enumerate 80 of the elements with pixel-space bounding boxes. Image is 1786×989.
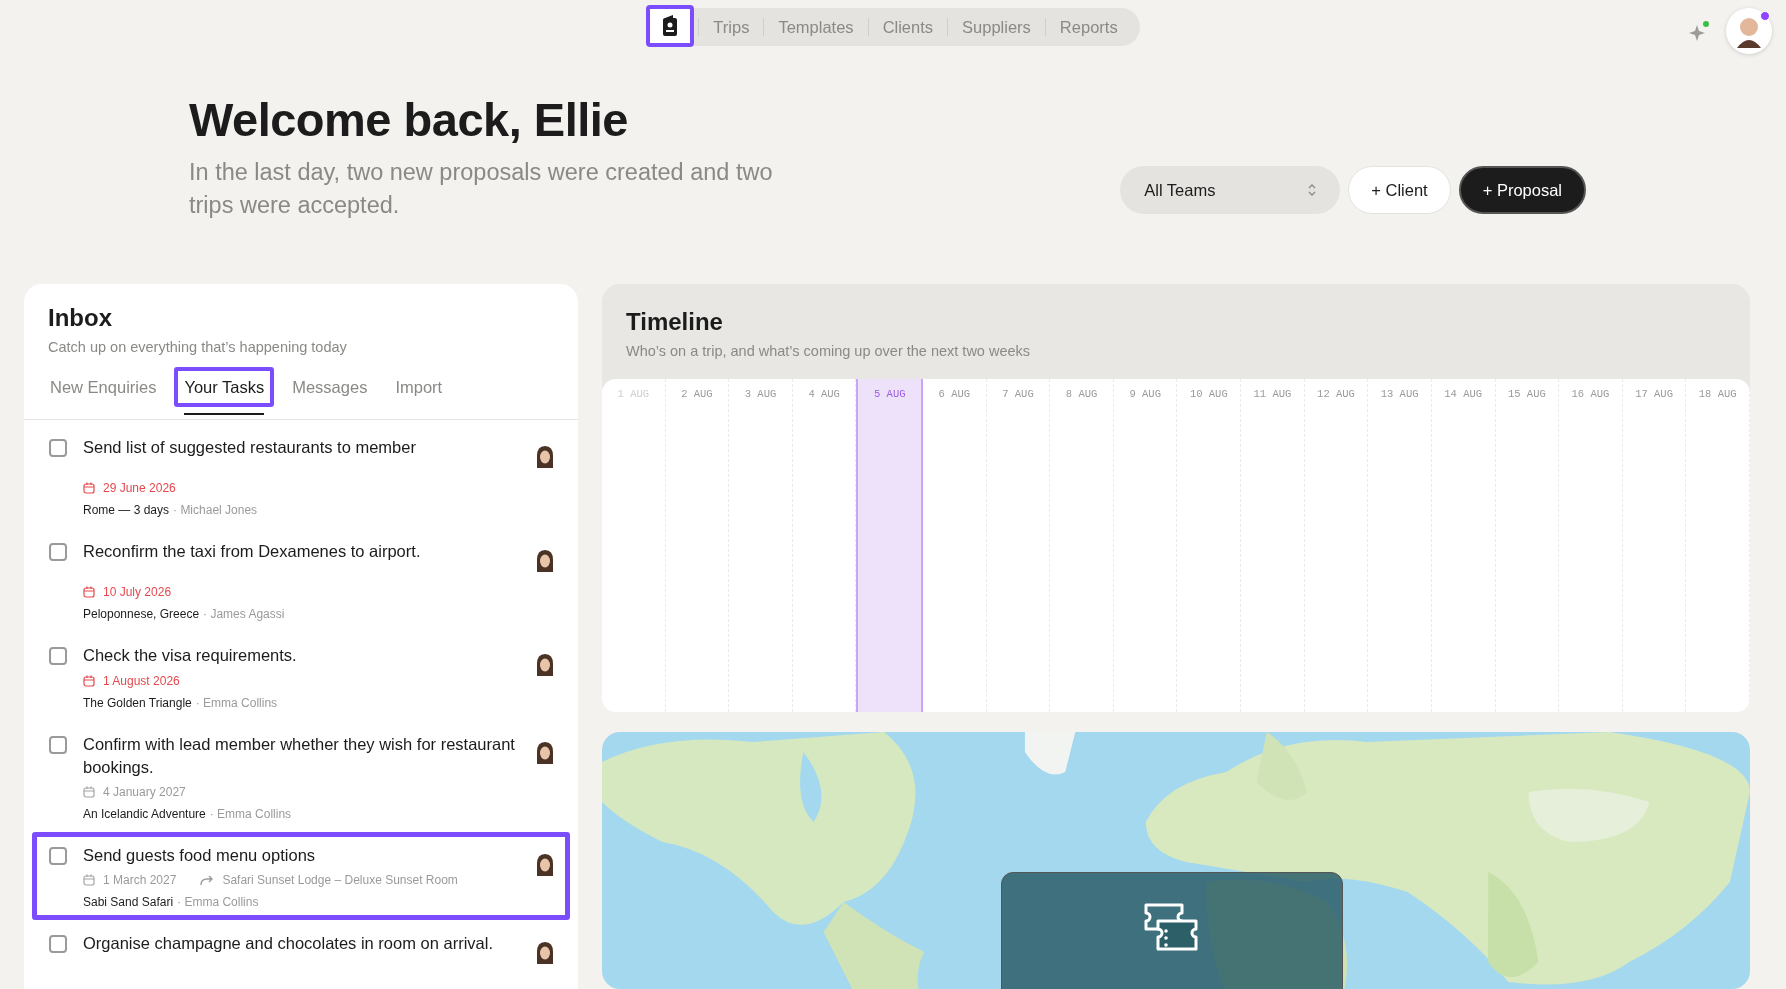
tab[interactable]: Messages	[282, 366, 378, 408]
trip-name: Sabi Sand Safari	[83, 893, 174, 911]
tab[interactable]: New Enquiries	[40, 366, 167, 408]
calendar-icon	[83, 586, 95, 599]
day-label: 3 AUG	[743, 386, 778, 402]
welcome-subtitle: In the last day, two new proposals were created and two trips were accepted.	[189, 158, 774, 221]
day-label: 13 AUG	[1379, 386, 1420, 402]
day-label: 12 AUG	[1316, 386, 1356, 402]
avatar-icon	[537, 654, 553, 677]
day-label: 18 AUG	[1697, 386, 1738, 402]
day-label: 11 AUG	[1252, 386, 1293, 402]
client-name: · James Agassi	[203, 606, 285, 624]
new-proposal-button[interactable]: + Proposal	[1458, 166, 1586, 214]
day-label: 8 AUG	[1064, 386, 1099, 402]
forward-arrow-icon	[200, 873, 215, 886]
task-title: Reconfirm the taxi from Dexamenes to airport.	[83, 541, 422, 563]
user-avatar[interactable]	[1726, 8, 1772, 54]
task-checkbox[interactable]	[49, 647, 67, 666]
task-item[interactable]: Organise champagne and chocolates in room on arrival.	[32, 919, 570, 973]
avatar-icon	[537, 941, 553, 964]
task-date: 29 June 2026	[103, 480, 176, 498]
task-date: 1 August 2026	[103, 672, 180, 690]
avatar-icon	[537, 742, 553, 765]
task-title: Confirm with lead member whether they wish for restaurant bookings.	[83, 733, 516, 778]
calendar-icon	[83, 785, 95, 798]
calendar-icon	[83, 482, 95, 495]
trip-name: The Golden Triangle	[83, 694, 192, 712]
task-date: 10 July 2026	[103, 584, 172, 602]
day-label: 17 AUG	[1634, 386, 1674, 402]
day-label: 15 AUG	[1506, 386, 1547, 402]
client-name: · Emma Collins	[209, 805, 292, 823]
day-label: 2 AUG	[680, 386, 714, 402]
task-title: Send list of suggested restaurants to member	[83, 437, 417, 459]
timeline-title: Timeline	[626, 308, 724, 337]
task-title: Check the visa requirements.	[83, 645, 298, 667]
tab[interactable]: Your Tasks	[174, 366, 275, 408]
day-label: 4 AUG	[807, 386, 841, 402]
timeline-subtitle: Who’s on a trip, and what’s coming up over the next two weeks	[626, 341, 1032, 361]
logo-button[interactable]	[646, 5, 695, 47]
calendar-icon	[83, 674, 95, 687]
task-date: 4 January 2027	[103, 783, 186, 801]
task-item[interactable]: Confirm with lead member whether they wish for restaurant bookings. 4 January 2027 An Icelandic Adventure · Emma Collins	[32, 720, 570, 832]
task-title: Send guests food menu options	[83, 844, 317, 866]
avatar-icon	[537, 853, 553, 876]
day-label: 14 AUG	[1443, 386, 1484, 402]
sparkle-icon[interactable]	[1688, 20, 1710, 42]
inbox-subtitle: Catch up on everything that’s happening today	[48, 337, 348, 357]
day-label: 7 AUG	[1001, 386, 1035, 402]
chevron-updown-icon	[1308, 184, 1317, 196]
trip-name: Rome — 3 days	[83, 502, 170, 520]
day-label: 16 AUG	[1570, 386, 1611, 402]
task-item[interactable]: Send guests food menu options 1 March 2027 Safari Sunset Lodge – Deluxe Sunset Room Sabi Sand Safari · Emma Collins	[32, 831, 570, 920]
avatar-icon	[537, 446, 553, 469]
passport-icon	[662, 15, 679, 37]
task-date: 1 March 2027	[103, 871, 177, 889]
trip-name: An Icelandic Adventure	[83, 805, 206, 823]
inbox-title: Inbox	[48, 304, 113, 333]
client-name: · Emma Collins	[177, 893, 259, 911]
task-checkbox[interactable]	[49, 439, 67, 458]
client-name: · Emma Collins	[195, 694, 278, 712]
task-checkbox[interactable]	[49, 846, 67, 865]
task-item[interactable]: Check the visa requirements. 1 August 2026 The Golden Triangle · Emma Collins	[32, 632, 570, 721]
day-label: 6 AUG	[937, 386, 972, 402]
task-checkbox[interactable]	[49, 735, 67, 754]
day-label: 5 AUG	[873, 386, 907, 402]
day-label: 10 AUG	[1188, 386, 1229, 402]
task-item[interactable]: Reconfirm the taxi from Dexamenes to airport. 10 July 2026 Peloponnese, Greece · James Agassi	[32, 528, 570, 633]
calendar-icon	[83, 873, 95, 886]
task-checkbox[interactable]	[49, 543, 67, 562]
trip-name: Peloponnese, Greece	[83, 606, 200, 624]
avatar-icon	[537, 550, 553, 573]
client-name: · Michael Jones	[173, 502, 258, 520]
task-checkbox[interactable]	[49, 934, 67, 953]
task-title: Organise champagne and chocolates in room on arrival.	[83, 932, 494, 954]
day-label: 9 AUG	[1128, 386, 1162, 402]
new-client-button[interactable]: + Client	[1348, 166, 1451, 214]
task-item[interactable]: Send list of suggested restaurants to member 29 June 2026 Rome — 3 days · Michael Jones	[32, 424, 570, 529]
team-select[interactable]: All Teams	[1120, 166, 1341, 214]
welcome-title: Welcome back, Ellie	[189, 91, 629, 148]
tab[interactable]: Import	[385, 366, 453, 408]
